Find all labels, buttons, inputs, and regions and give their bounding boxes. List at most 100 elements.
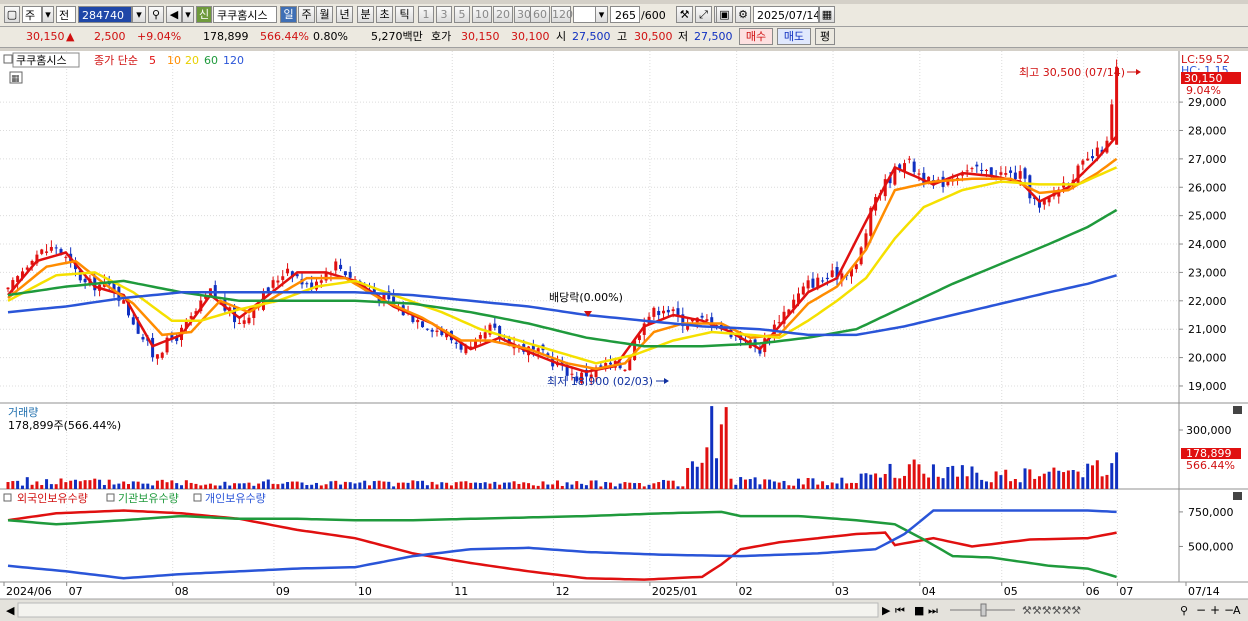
speaker-icon[interactable]: ◀ [166,6,182,23]
tab-tick[interactable]: 틱 [395,6,414,23]
interval-120[interactable]: 120 [551,6,573,23]
candle-body [777,322,781,324]
rewind-icon[interactable]: ⏮ [895,604,905,617]
magnifier-icon[interactable]: ⚲ [1180,604,1188,617]
candle-body [1095,147,1099,156]
scrollbar-track[interactable] [17,602,879,618]
volume-bar [98,479,102,489]
data-count[interactable]: 265 [610,6,640,23]
tab-second[interactable]: 초 [376,6,393,23]
volume-bar [228,485,232,489]
chevron-down-icon[interactable]: ▾ [182,6,194,23]
chart-tools-icon[interactable]: ⚒ [676,6,693,23]
volume-bar [223,481,227,489]
window-icon[interactable]: ▢ [4,6,20,23]
tab-minute[interactable]: 분 [357,6,374,23]
volume-bar [1086,463,1090,489]
turnover-rate: 0.80% [313,30,348,43]
sell-button[interactable]: 매도 [777,28,811,45]
tool-icons[interactable]: ⚒⚒⚒⚒⚒⚒ [1022,604,1081,617]
save-icon[interactable]: ▣ [716,6,733,23]
new-badge[interactable]: 신 [196,6,212,23]
volume-bar [247,482,251,489]
tab-year[interactable]: 년 [336,6,353,23]
candle-body [334,261,338,271]
volume-bar [107,479,111,489]
volume-bar [575,481,579,489]
chevron-down-icon[interactable]: ▾ [595,6,608,23]
volume-bar [242,483,246,489]
volume-bar [859,473,863,489]
volume-bar [392,486,396,489]
volume-bar [25,477,29,489]
volume-value: 178,899 [203,30,249,43]
volume-bar [878,477,882,489]
volume-bar [700,462,704,489]
chevron-down-icon[interactable]: ▾ [132,6,146,23]
calendar-icon[interactable]: ▦ [819,6,835,23]
volume-panel-close-icon[interactable] [1233,406,1242,414]
eval-button[interactable]: 평 [815,28,835,45]
interval-5[interactable]: 5 [454,6,470,23]
volume-bar [314,482,318,489]
volume-bar [131,481,135,489]
price-chart-title: 쿠쿠홈시스 [16,53,67,67]
candle-body [999,172,1003,175]
gear-icon[interactable]: ⚙ [735,6,751,23]
volume-bar [305,484,309,489]
candle-body [984,169,988,171]
interval-20[interactable]: 20 [493,6,513,23]
zoom-out-icon[interactable]: − [1196,603,1206,617]
candle-body [54,247,58,249]
volume-bar [372,481,376,489]
scroll-right-icon[interactable]: ▶ [882,604,891,617]
volume-bar [64,482,68,489]
candle-body [821,280,825,282]
candle-body [811,278,815,288]
holdings-panel-close-icon[interactable] [1233,492,1242,500]
draw-icon[interactable]: ⤢ [695,6,712,23]
legend-bullet-icon [106,493,115,502]
volume-bar [536,485,540,489]
font-size-icon[interactable]: A [1233,604,1241,617]
volume-bar [1028,469,1032,489]
candle-body [83,278,87,283]
date-tick-label: 09 [276,585,290,598]
volume-bar [662,479,666,489]
volume-bar [189,482,193,489]
prev-button[interactable]: 전 [56,6,76,23]
date-input[interactable]: 2025/07/14 [753,6,819,23]
volume-bar [560,485,564,489]
volume-bar [570,484,574,489]
volume-bar [869,474,873,489]
volume-bar [406,482,410,489]
volume-bar [763,479,767,489]
tab-week[interactable]: 주 [298,6,315,23]
scroll-left-icon[interactable]: ◀ [6,604,15,617]
candle-body [1004,173,1008,175]
interval-3[interactable]: 3 [436,6,452,23]
volume-bar [180,485,184,489]
buy-button[interactable]: 매수 [739,28,773,45]
zoom-in-icon[interactable]: + [1210,603,1220,617]
volume-bar [449,485,453,489]
fast-forward-icon[interactable]: ⏭ [928,604,938,617]
volume-bar [319,485,323,489]
chevron-down-icon[interactable]: ▾ [42,6,54,23]
volume-bar [478,482,482,489]
interval-60[interactable]: 60 [530,6,550,23]
stock-code-input[interactable]: 284740 [78,6,132,23]
stop-icon[interactable]: ■ [914,604,924,617]
tab-day[interactable]: 일 [280,6,297,23]
volume-bar [257,483,261,489]
search-icon[interactable]: ⚲ [148,6,164,23]
stock-chart[interactable]: 쿠쿠홈시스 종가 단순 5 10 20 60 120 ▦ LC:59.52 HC… [0,51,1248,621]
candle-body [421,321,425,328]
interval-1[interactable]: 1 [418,6,434,23]
volume-bar [30,484,34,489]
tab-month[interactable]: 월 [316,6,333,23]
zoom-slider-thumb[interactable] [980,603,987,617]
interval-10[interactable]: 10 [472,6,492,23]
market-select[interactable]: 주 [22,6,42,23]
volume-bar [348,482,352,489]
